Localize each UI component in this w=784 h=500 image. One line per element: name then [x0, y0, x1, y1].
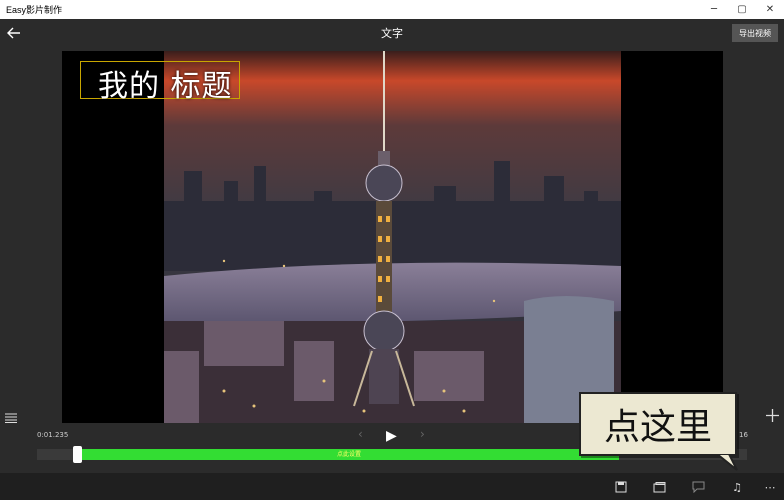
bottom-toolbar: ♫ ⋯ [0, 473, 784, 500]
more-icon[interactable]: ⋯ [762, 479, 778, 495]
timeline-thumb[interactable] [73, 446, 82, 463]
save-icon[interactable] [613, 479, 629, 495]
window-controls: ─ ▢ ✕ [700, 0, 784, 19]
timeline-segment[interactable]: 点此设置 [79, 449, 619, 460]
comment-icon[interactable] [690, 479, 706, 495]
window-titlebar: Easy影片制作 ─ ▢ ✕ [0, 0, 784, 19]
maximize-button[interactable]: ▢ [728, 0, 756, 19]
chevron-left-icon[interactable]: ‹ [358, 427, 363, 441]
video-preview[interactable]: 我的 标题 [62, 51, 723, 423]
caption-text[interactable]: 我的 标题 [98, 61, 233, 105]
app-title: Easy影片制作 [6, 5, 63, 15]
page-header: 文字 导出视频 [0, 19, 784, 47]
preview-image [164, 51, 621, 423]
callout-text: 点这里 [603, 407, 712, 448]
minimize-button[interactable]: ─ [700, 0, 728, 19]
add-icon[interactable] [766, 407, 779, 426]
close-button[interactable]: ✕ [756, 0, 784, 19]
music-icon[interactable]: ♫ [729, 479, 745, 495]
callout-box: 点这里 [579, 392, 737, 456]
play-icon[interactable]: ▶ [386, 428, 397, 444]
timeline-segment-label: 点此设置 [336, 451, 361, 458]
end-time: 16 [739, 431, 748, 439]
export-video-button[interactable]: 导出视频 [732, 24, 778, 42]
current-time: 0:01.235 [37, 431, 69, 439]
chevron-right-icon[interactable]: › [420, 427, 425, 441]
page-title: 文字 [381, 27, 403, 40]
card-icon[interactable] [651, 479, 667, 495]
callout: 点这里 [579, 392, 738, 471]
callout-pointer [717, 454, 738, 471]
